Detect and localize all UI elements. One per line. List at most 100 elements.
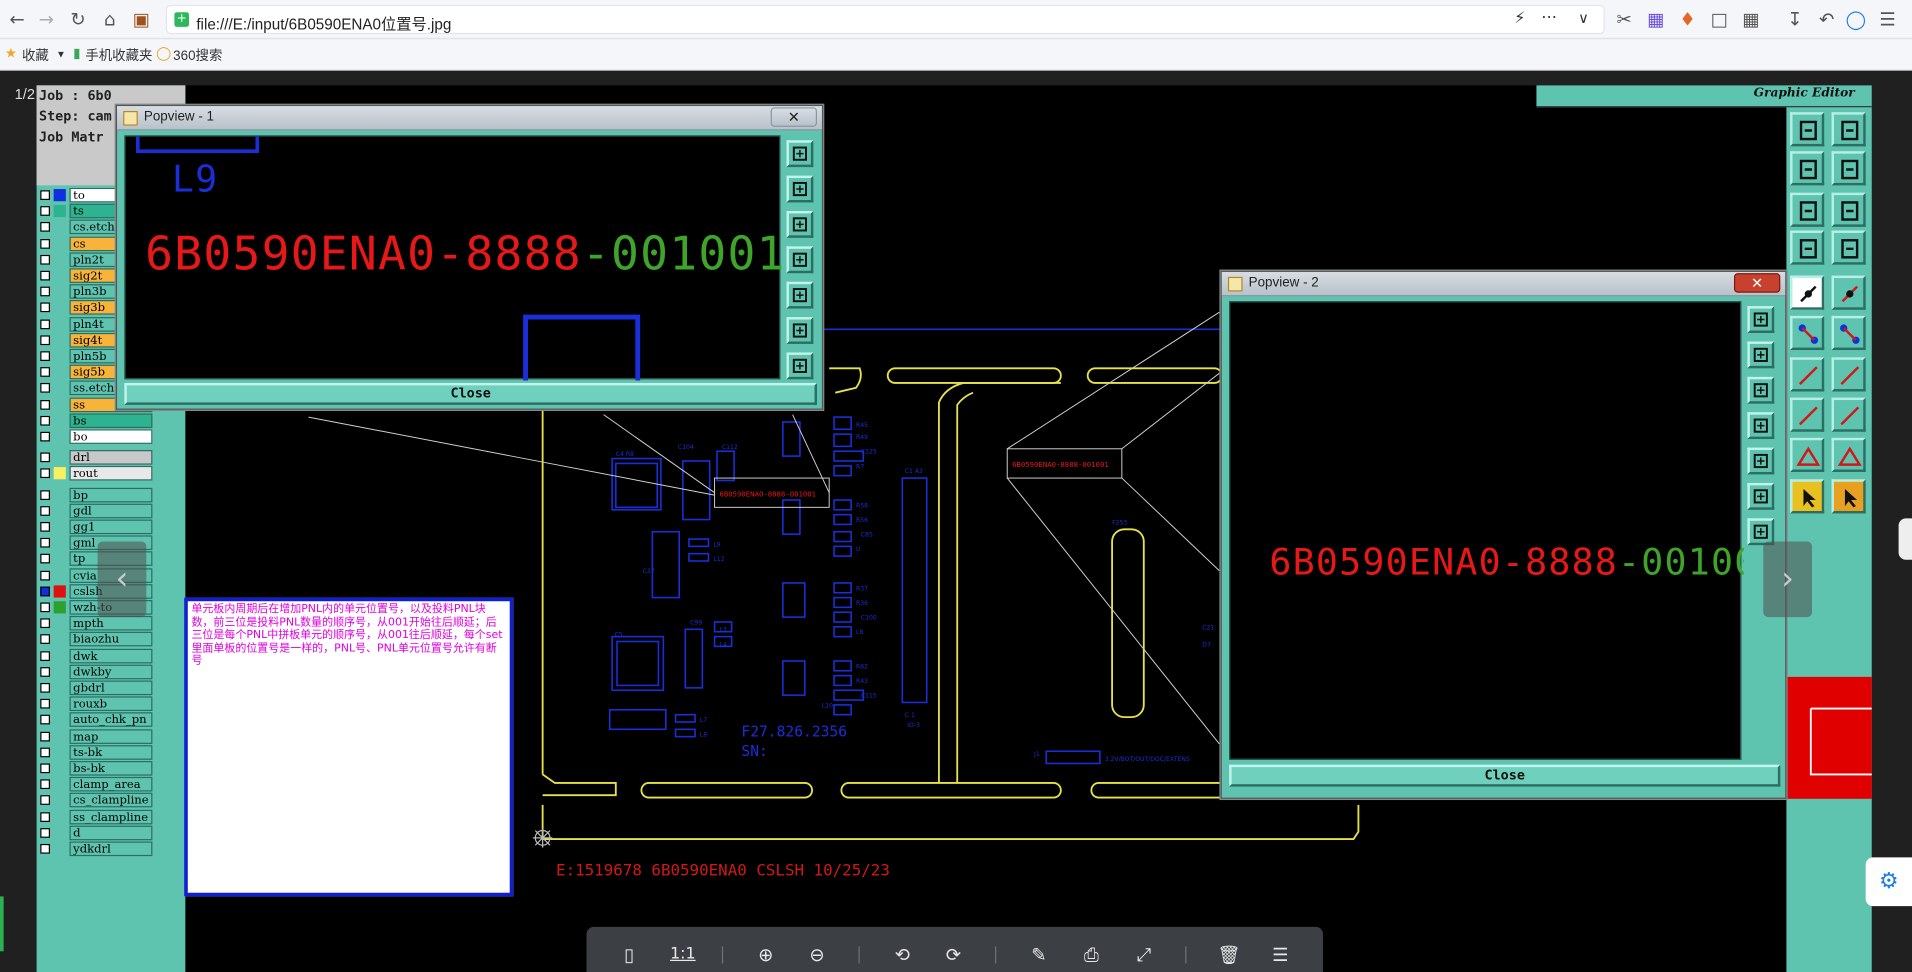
slash-line-icon[interactable]	[1831, 357, 1866, 392]
zoom-fit-icon[interactable]	[1747, 482, 1775, 510]
layer-color-swatch[interactable]	[53, 601, 66, 614]
layer-checkbox[interactable]	[40, 190, 50, 201]
window-icon[interactable]: □	[1707, 7, 1731, 31]
pointer-select-icon[interactable]	[1831, 479, 1866, 514]
layer-color-swatch[interactable]	[54, 650, 66, 662]
layer-checkbox[interactable]	[40, 206, 50, 217]
popview-2-canvas[interactable]: 6B0590ENA0-8888-001001	[1229, 301, 1780, 760]
layer-checkbox[interactable]	[40, 779, 50, 790]
layer-checkbox[interactable]	[40, 302, 50, 313]
assistant-icon[interactable]: ⚙	[1865, 857, 1912, 907]
import-icon[interactable]	[1790, 112, 1825, 147]
layer-checkbox[interactable]	[40, 383, 50, 394]
layer-checkbox[interactable]	[40, 731, 50, 742]
popview-1-close-button[interactable]: Close	[124, 382, 817, 405]
layer-name[interactable]: ts-bk	[69, 744, 153, 760]
layer-checkbox[interactable]	[40, 682, 50, 693]
layer-row[interactable]: auto_chk_pn	[37, 712, 154, 728]
undo-icon[interactable]: ↶	[1814, 7, 1838, 31]
zoom-prev-icon[interactable]	[786, 246, 814, 274]
layer-checkbox[interactable]	[40, 431, 50, 442]
layer-checkbox[interactable]	[40, 238, 50, 249]
layer-name[interactable]: ss_clampline	[69, 809, 153, 824]
menu-icon[interactable]: ☰	[1267, 942, 1294, 969]
layer-checkbox[interactable]	[40, 618, 50, 629]
zoom-home-icon[interactable]	[786, 175, 814, 203]
layer-row[interactable]: bp	[37, 487, 154, 502]
layer-checkbox[interactable]	[40, 554, 50, 564]
export-icon[interactable]	[1831, 112, 1866, 147]
rotate-left-icon[interactable]: ⟲	[889, 942, 916, 969]
layer-row[interactable]: bo	[37, 429, 154, 444]
layer-color-swatch[interactable]	[54, 221, 66, 233]
layer-row[interactable]: bs-bk	[37, 761, 154, 776]
layer-row[interactable]: gg1	[37, 519, 154, 535]
layer-color-swatch[interactable]	[54, 286, 66, 298]
layer-color-swatch[interactable]	[54, 746, 66, 758]
layer-row[interactable]: ts-bk	[37, 744, 154, 760]
popview-1-titlebar[interactable]: Popview - 1 ✕	[117, 106, 822, 131]
layer-checkbox[interactable]	[40, 452, 50, 463]
layer-color-swatch[interactable]	[54, 682, 66, 694]
layer-color-swatch[interactable]	[54, 617, 66, 629]
layer-checkbox[interactable]	[40, 811, 50, 822]
layer-row[interactable]: d	[37, 825, 154, 841]
layer-name[interactable]: gbdrl	[69, 680, 153, 696]
mouse-icon[interactable]: ▯	[616, 942, 643, 969]
layer-color-swatch[interactable]	[54, 366, 66, 378]
layer-name[interactable]: auto_chk_pn	[69, 712, 153, 728]
layer-checkbox[interactable]	[40, 254, 50, 265]
layer-name[interactable]: biaozhu	[69, 632, 153, 647]
layer-name[interactable]: rouxb	[69, 696, 153, 712]
download-icon[interactable]: ↧	[1783, 7, 1807, 31]
edit-image-icon[interactable]: ✎	[1026, 942, 1053, 969]
layer-row[interactable]: drl	[37, 450, 154, 465]
layer-checkbox[interactable]	[40, 715, 50, 725]
layer-color-swatch[interactable]	[54, 633, 66, 645]
layer-checkbox[interactable]	[40, 367, 50, 378]
next-image-arrow-icon[interactable]: ›	[1763, 541, 1813, 618]
close-icon[interactable]: ✕	[770, 107, 817, 127]
align-right-icon[interactable]	[1831, 151, 1866, 186]
popview-2-titlebar[interactable]: Popview - 2 ✕	[1221, 271, 1786, 297]
popview-1-canvas[interactable]: L9 6B0590ENA0-8888-001001	[124, 135, 784, 381]
add-pad-icon[interactable]	[1790, 397, 1825, 432]
layer-name[interactable]: gdl	[69, 503, 153, 519]
zoom-in-icon[interactable]: ⊕	[752, 942, 779, 969]
layer-checkbox[interactable]	[40, 351, 50, 361]
layer-color-swatch[interactable]	[54, 537, 66, 549]
layer-color-swatch[interactable]	[53, 585, 66, 598]
layer-checkbox[interactable]	[40, 335, 50, 345]
layer-checkbox[interactable]	[40, 521, 50, 532]
select-shape-icon[interactable]	[1790, 275, 1825, 310]
fullscreen-icon[interactable]: ⤢	[1130, 942, 1157, 969]
layer-name[interactable]: drl	[69, 450, 153, 465]
lightning-icon[interactable]: ⚡	[1514, 10, 1525, 28]
layer-row[interactable]: rout	[37, 466, 154, 481]
layer-checkbox[interactable]	[40, 586, 50, 597]
game-icon[interactable]: ♦	[1675, 7, 1699, 31]
layer-row[interactable]: biaozhu	[37, 632, 154, 647]
layer-row[interactable]: mpth	[37, 616, 154, 631]
layer-checkbox[interactable]	[40, 763, 50, 774]
layer-name[interactable]: bp	[69, 487, 153, 502]
layer-color-swatch[interactable]	[54, 762, 66, 774]
scissors-icon[interactable]: ✂	[1612, 7, 1636, 31]
layer-row[interactable]: ydkdrl	[37, 841, 154, 857]
reload-icon[interactable]: ↻	[66, 7, 90, 31]
zoom-grid-icon[interactable]	[786, 352, 814, 380]
layer-color-swatch[interactable]	[54, 237, 66, 249]
bookmark-mobile[interactable]: 手机收藏夹	[85, 45, 152, 65]
layer-color-swatch[interactable]	[54, 382, 66, 394]
layer-settings-icon[interactable]	[1790, 230, 1825, 265]
layer-name[interactable]: dwkby	[69, 664, 153, 680]
side-panel-tab[interactable]	[1898, 518, 1912, 560]
arrow-triangle-icon[interactable]	[1831, 437, 1866, 472]
zoom-window-icon[interactable]	[786, 140, 814, 168]
layer-row[interactable]: dwk	[37, 648, 154, 663]
layer-color-swatch[interactable]	[54, 714, 66, 726]
layer-name[interactable]: mpth	[69, 616, 153, 631]
layer-checkbox[interactable]	[40, 650, 50, 661]
layer-name[interactable]: bs	[69, 413, 153, 428]
layer-color-swatch[interactable]	[54, 451, 66, 463]
